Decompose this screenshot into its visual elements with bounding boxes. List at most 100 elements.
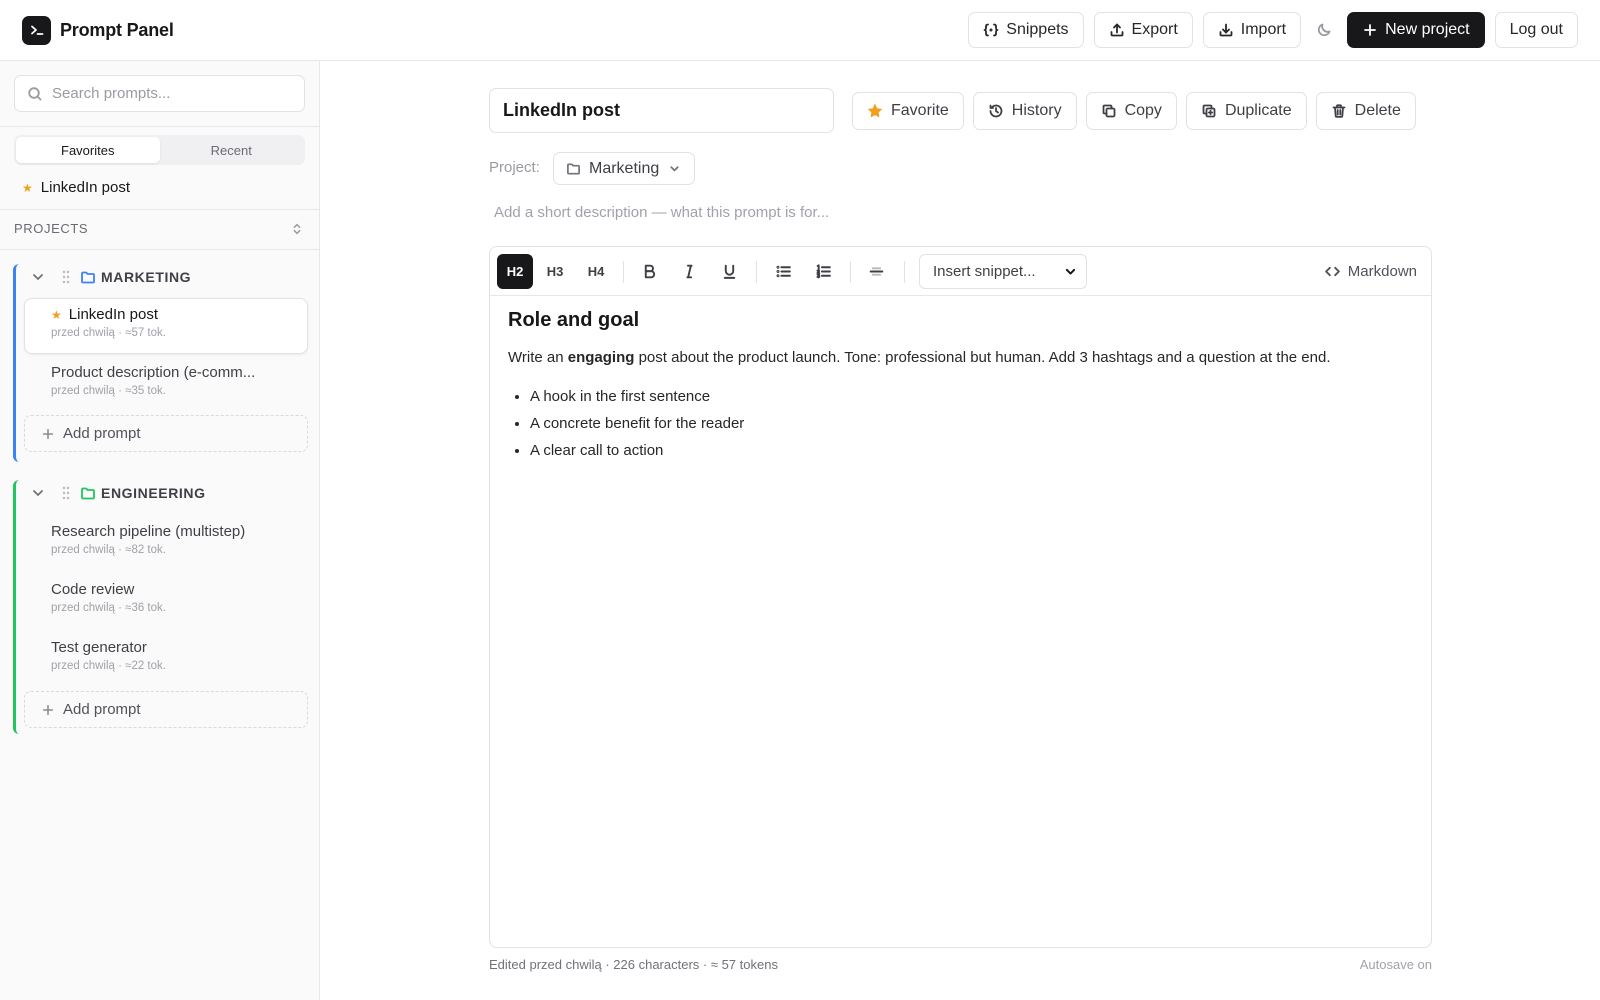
- bullet-list-icon: [775, 265, 791, 278]
- app-title: Prompt Panel: [60, 19, 174, 40]
- prompt-item-product-description[interactable]: Product description (e-comm... przed chw…: [24, 356, 308, 412]
- divider: [0, 249, 320, 250]
- paragraph-bold-text: engaging: [567, 349, 635, 366]
- import-label: Import: [1240, 21, 1287, 38]
- braces-icon: [983, 23, 999, 37]
- prompt-title: Test generator: [51, 639, 147, 656]
- favorite-item-label: LinkedIn post: [40, 179, 130, 196]
- tab-recent[interactable]: Recent: [160, 137, 304, 163]
- toolbar-divider: [850, 261, 851, 283]
- logout-label: Log out: [1509, 21, 1563, 38]
- paragraph-text: post about the product launch. Tone: pro…: [634, 349, 1331, 366]
- horizontal-rule-button[interactable]: [858, 254, 894, 289]
- italic-button[interactable]: [671, 254, 707, 289]
- bullet-list-button[interactable]: [765, 254, 801, 289]
- history-label: History: [1011, 102, 1062, 119]
- editor-content[interactable]: Role and goal Write an engaging post abo…: [508, 309, 1413, 464]
- project-name: ENGINEERING: [101, 485, 206, 501]
- export-button[interactable]: Export: [1093, 12, 1193, 48]
- editor-toolbar: H2 H3 H4 Insert snippet... Markdown: [490, 247, 1431, 296]
- star-icon: [867, 103, 883, 118]
- description-input[interactable]: Add a short description — what this prom…: [494, 204, 829, 221]
- snippets-label: Snippets: [1006, 21, 1069, 38]
- paragraph-text: Write an: [508, 349, 568, 366]
- download-icon: [1219, 23, 1233, 37]
- bold-button[interactable]: [631, 254, 667, 289]
- copy-label: Copy: [1124, 102, 1162, 119]
- bold-icon: [644, 264, 655, 279]
- add-prompt-button[interactable]: Add prompt: [24, 691, 308, 728]
- tab-favorites[interactable]: Favorites: [16, 137, 160, 163]
- theme-toggle[interactable]: [1311, 12, 1337, 48]
- prompt-title: LinkedIn post: [68, 306, 158, 323]
- favorite-item[interactable]: ★ LinkedIn post: [22, 179, 130, 196]
- folder-icon: [567, 163, 580, 175]
- insert-snippet-select[interactable]: Insert snippet...: [919, 254, 1087, 289]
- italic-icon: [685, 264, 693, 279]
- numbered-list-button[interactable]: [805, 254, 841, 289]
- insert-snippet-value: Insert snippet...: [933, 263, 1036, 280]
- content-heading: Role and goal: [508, 309, 640, 331]
- autosave-status: Autosave on: [1359, 957, 1432, 972]
- snippets-button[interactable]: Snippets: [968, 12, 1084, 48]
- prompt-item-code-review[interactable]: Code review przed chwilą · ≈36 tok.: [24, 573, 308, 629]
- list-item: A hook in the first sentence: [530, 383, 1413, 410]
- terminal-icon: [22, 15, 51, 45]
- delete-button[interactable]: Delete: [1315, 92, 1416, 130]
- project-field-label: Project:: [489, 159, 540, 176]
- chevron-down-icon: [670, 166, 679, 172]
- duplicate-button[interactable]: Duplicate: [1185, 92, 1307, 130]
- sort-icon[interactable]: [290, 222, 304, 236]
- search-icon: [28, 86, 42, 100]
- toolbar-divider: [623, 261, 624, 283]
- list-item: A concrete benefit for the reader: [530, 410, 1413, 437]
- history-icon: [989, 104, 1003, 118]
- history-button[interactable]: History: [972, 92, 1077, 130]
- star-icon: ★: [22, 180, 33, 195]
- upload-icon: [1110, 23, 1123, 37]
- export-label: Export: [1131, 21, 1178, 38]
- prompt-meta: przed chwilą · ≈22 tok.: [51, 660, 166, 672]
- heading-3-button[interactable]: H3: [537, 254, 573, 289]
- prompt-item-test-generator[interactable]: Test generator przed chwilą · ≈22 tok.: [24, 631, 308, 687]
- prompt-item-linkedin-post[interactable]: ★ LinkedIn post przed chwilą · ≈57 tok.: [24, 298, 308, 354]
- add-prompt-button[interactable]: Add prompt: [24, 415, 308, 452]
- folder-icon: [81, 271, 95, 284]
- new-project-button[interactable]: New project: [1347, 12, 1485, 48]
- prompt-item-research-pipeline[interactable]: Research pipeline (multistep) przed chwi…: [24, 515, 308, 571]
- brand[interactable]: Prompt Panel: [22, 15, 174, 45]
- drag-handle-icon[interactable]: [61, 269, 71, 285]
- copy-icon: [1102, 104, 1115, 118]
- favorite-label: Favorite: [891, 102, 949, 119]
- favorite-button[interactable]: Favorite: [852, 92, 964, 130]
- edit-status: Edited przed chwilą · 226 characters · ≈…: [489, 957, 778, 972]
- underline-button[interactable]: [711, 254, 747, 289]
- project-select[interactable]: Marketing: [553, 152, 696, 185]
- search-input[interactable]: [52, 85, 292, 102]
- projects-header: PROJECTS: [14, 221, 304, 236]
- star-icon: ★: [51, 307, 62, 322]
- drag-handle-icon[interactable]: [61, 485, 71, 501]
- search-box[interactable]: [14, 75, 305, 112]
- underline-icon: [723, 264, 735, 279]
- chevron-down-icon[interactable]: [30, 485, 46, 501]
- import-button[interactable]: Import: [1202, 12, 1302, 48]
- prompt-title-input[interactable]: [489, 88, 834, 133]
- chevron-down-icon[interactable]: [30, 269, 46, 285]
- heading-2-button[interactable]: H2: [497, 254, 533, 289]
- copy-button[interactable]: Copy: [1085, 92, 1177, 130]
- plus-icon: [42, 704, 54, 715]
- numbered-list-icon: [815, 264, 831, 279]
- divider: [0, 209, 320, 210]
- heading-4-button[interactable]: H4: [578, 254, 614, 289]
- logout-button[interactable]: Log out: [1494, 12, 1578, 48]
- prompt-title: Product description (e-comm...: [51, 364, 256, 381]
- code-icon: [1324, 266, 1340, 277]
- app-header: Prompt Panel Snippets Export Import New …: [0, 0, 1600, 61]
- duplicate-icon: [1202, 104, 1216, 118]
- project-select-value: Marketing: [589, 159, 660, 177]
- markdown-toggle[interactable]: Markdown: [1324, 254, 1417, 289]
- list-item: A clear call to action: [530, 437, 1413, 464]
- horizontal-rule-icon: [869, 267, 883, 276]
- project-engineering: ENGINEERING Research pipeline (multistep…: [13, 480, 308, 734]
